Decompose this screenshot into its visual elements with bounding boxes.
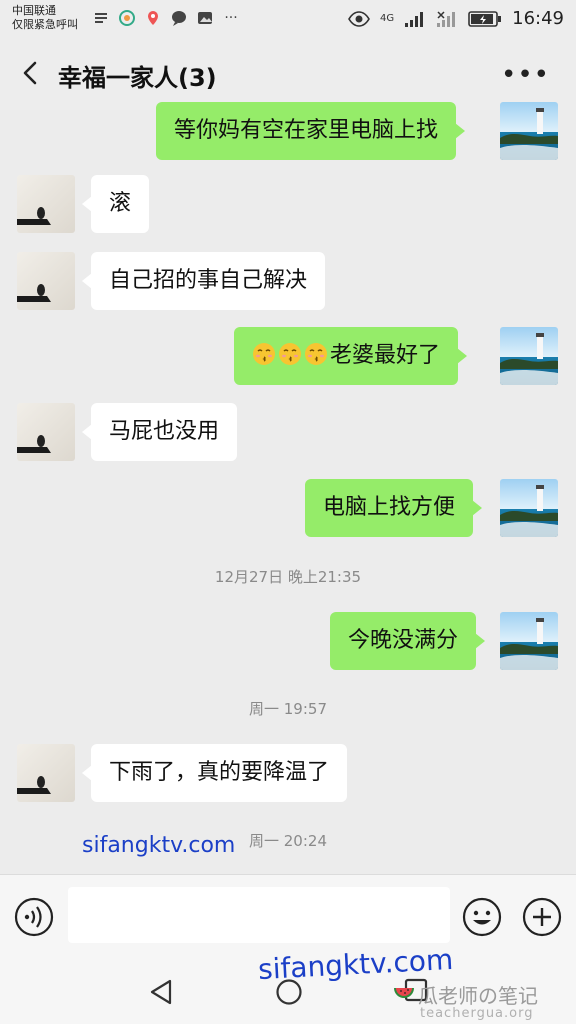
status-icons-right: 4G 16:49 [348, 8, 564, 29]
timestamp: 周一 19:57 [249, 700, 327, 718]
message-bubble-self[interactable]: 等你妈有空在家里电脑上找 [156, 102, 466, 160]
eye-comfort-icon [348, 10, 370, 27]
message-bubble-other[interactable]: 马屁也没用 [81, 403, 238, 461]
site-watermark: sifangktv.com [82, 833, 236, 858]
message-bubble-other[interactable]: 滚 [81, 175, 150, 233]
network-type: 4G [380, 13, 395, 24]
contact-avatar[interactable] [17, 744, 75, 802]
self-avatar[interactable] [500, 102, 558, 160]
fast-charge-icon [95, 13, 107, 23]
emoji-picker-icon[interactable] [462, 897, 502, 937]
back-arrow-icon[interactable] [16, 58, 46, 88]
notification-icons: ··· [92, 9, 240, 27]
message-bubble-self[interactable]: 老婆最好了 [234, 327, 468, 385]
message-bubble-self[interactable]: 今晚没满分 [330, 612, 486, 670]
more-options-icon[interactable]: ••• [501, 60, 550, 90]
watermelon-logo-icon [394, 988, 414, 998]
more-actions-plus-icon[interactable] [522, 897, 562, 937]
self-avatar[interactable] [500, 479, 558, 537]
kiss-emoji-icon [253, 343, 275, 365]
gallery-icon [198, 12, 212, 24]
message-text: 老婆最好了 [330, 343, 441, 368]
message-input[interactable] [68, 887, 450, 943]
signal-icon [405, 11, 424, 27]
no-signal-icon [437, 10, 456, 27]
self-avatar[interactable] [500, 612, 558, 670]
status-bar: 中国联通 仅限紧急呼叫 ··· 4G 16:49 [0, 0, 576, 40]
contact-avatar[interactable] [17, 252, 75, 310]
emergency-only-label: 仅限紧急呼叫 [12, 18, 78, 31]
chat-header: 幸福一家人(3) ••• [0, 40, 576, 110]
voice-input-icon[interactable] [14, 897, 54, 937]
message-bubble-other[interactable]: 自己招的事自己解决 [81, 252, 326, 310]
brand-watermark: 瓜老师の笔记 [418, 984, 538, 1008]
chat-title: 幸福一家人(3) [58, 64, 217, 92]
kiss-emoji-icon [279, 343, 301, 365]
timestamp: 12月27日 晚上21:35 [214, 568, 362, 586]
brand-url-watermark: teachergua.org [420, 1006, 534, 1021]
kiss-emoji-icon [305, 343, 327, 365]
nav-back-icon[interactable] [148, 978, 174, 1006]
input-bar [0, 874, 576, 956]
contact-avatar[interactable] [17, 403, 75, 461]
clock: 16:49 [512, 8, 564, 29]
carrier-info: 中国联通 仅限紧急呼叫 [12, 4, 78, 32]
more-notifications-icon: ··· [224, 10, 238, 26]
battery-icon [468, 10, 502, 27]
chat-icon [172, 11, 186, 26]
contact-avatar[interactable] [17, 175, 75, 233]
message-bubble-other[interactable]: 下雨了，真的要降温了 [81, 744, 348, 802]
carrier-name: 中国联通 [12, 4, 56, 17]
message-bubble-self[interactable]: 电脑上找方便 [305, 479, 483, 537]
self-avatar[interactable] [500, 327, 558, 385]
browser-icon [119, 10, 135, 26]
location-icon [148, 11, 158, 25]
